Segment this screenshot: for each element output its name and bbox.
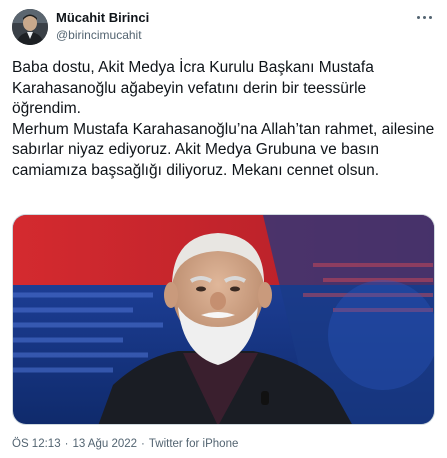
tweet-time[interactable]: ÖS 12:13	[12, 438, 61, 450]
tweet[interactable]: Mücahit Birinci @birincimucahit Baba dos…	[0, 0, 447, 458]
meta-separator-2: ·	[141, 438, 145, 450]
meta-separator: ·	[64, 438, 69, 450]
author-handle[interactable]: @birincimucahit	[56, 27, 149, 43]
tweet-source[interactable]: Twitter for iPhone	[149, 438, 238, 450]
tweet-meta: ÖS 12:13 · 13 Ağu 2022 · Twitter for iPhone	[12, 437, 242, 451]
tweet-date[interactable]: 13 Ağu 2022	[72, 438, 137, 450]
tweet-text: Baba dostu, Akit Medya İcra Kurulu Başka…	[12, 59, 435, 179]
author-display-name[interactable]: Mücahit Birinci	[56, 10, 149, 26]
avatar-image	[12, 9, 48, 45]
tweet-media-image[interactable]	[12, 214, 435, 425]
media-photo	[13, 215, 434, 424]
avatar[interactable]	[12, 9, 48, 45]
more-icon[interactable]	[415, 14, 433, 20]
author-info[interactable]: Mücahit Birinci @birincimucahit	[56, 10, 149, 43]
